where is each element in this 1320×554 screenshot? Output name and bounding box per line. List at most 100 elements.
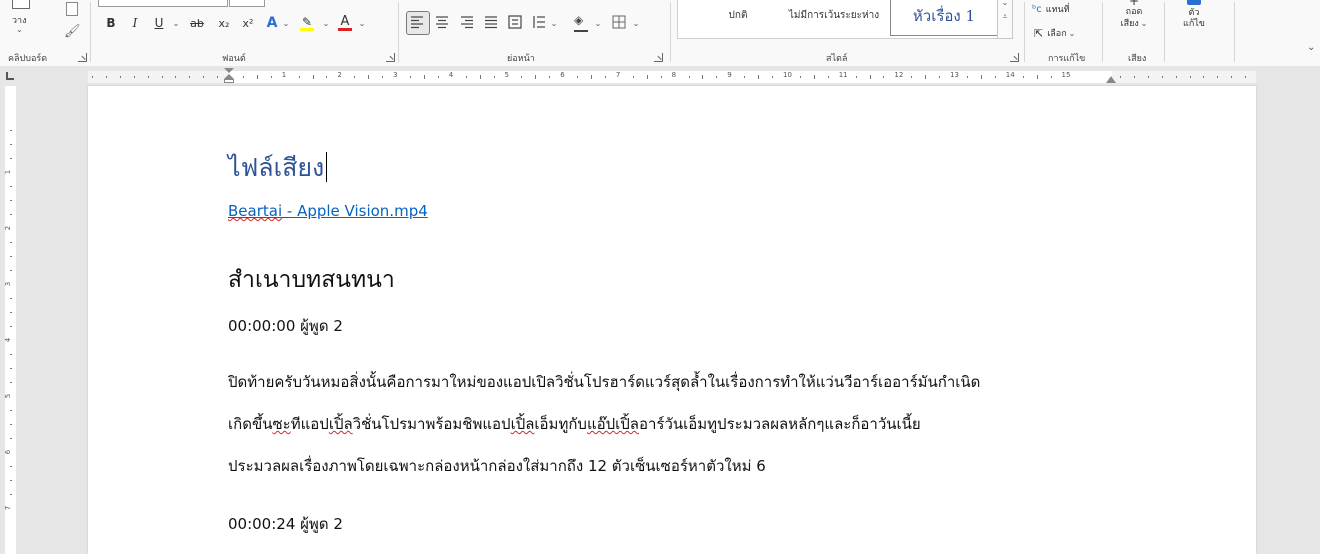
replace-button[interactable]: ᵇc แทนที่ xyxy=(1032,2,1070,16)
ruler-tick xyxy=(10,326,12,327)
ruler-tick xyxy=(382,76,384,78)
ruler-tick xyxy=(10,130,12,131)
chevron-down-icon[interactable]: ⌄ xyxy=(998,0,1012,10)
ruler-number: 7 xyxy=(4,505,13,511)
font-dialog-launcher[interactable] xyxy=(386,53,395,62)
cursor-arrow-icon: ⇱ xyxy=(1034,26,1044,40)
subscript-button[interactable]: x₂ xyxy=(216,13,232,33)
plus-icon: + xyxy=(1128,0,1140,8)
chevron-down-icon: ⌄ xyxy=(16,25,23,34)
dictate-button[interactable]: + ถอด เสียง ⌄ xyxy=(1116,0,1152,30)
ruler-tick xyxy=(10,480,12,481)
document-title[interactable]: ไฟล์เสียง xyxy=(228,148,328,188)
ruler-tick xyxy=(744,76,746,78)
font-size-box[interactable] xyxy=(229,0,265,7)
copy-icon[interactable] xyxy=(66,2,78,16)
chevron-down-icon[interactable]: ⌄ xyxy=(630,13,640,33)
ruler-tick xyxy=(10,298,12,299)
ruler-tick xyxy=(10,214,12,215)
shading-icon[interactable]: ◈ xyxy=(574,13,583,27)
align-right-icon[interactable] xyxy=(460,15,474,29)
indent-marker[interactable] xyxy=(224,68,234,86)
editor-button[interactable]: ตัว แก้ไข xyxy=(1176,0,1212,30)
document-page[interactable]: ไฟล์เสียง Beartai - Apple Vision.mp4 สำเ… xyxy=(88,86,1256,554)
styles-dialog-launcher[interactable] xyxy=(1010,53,1019,62)
ruler-number: 7 xyxy=(615,71,621,79)
timestamp-speaker[interactable]: 00:00:24 ผู้พูด 2 xyxy=(228,512,343,536)
more-styles-icon[interactable]: ⩡ xyxy=(998,10,1012,24)
format-painter-icon[interactable]: 🖌 xyxy=(64,24,81,39)
text-effects-button[interactable]: A xyxy=(264,13,280,33)
chevron-down-icon[interactable]: ⌄ xyxy=(280,13,290,33)
ruler-number: 5 xyxy=(504,71,509,79)
ruler-tick xyxy=(939,76,941,78)
ruler-number: 1 xyxy=(4,169,13,175)
chevron-down-icon[interactable]: ⌄ xyxy=(320,13,330,33)
ruler-number: 3 xyxy=(4,281,13,287)
tab-selector[interactable] xyxy=(6,72,14,80)
superscript-button[interactable]: x² xyxy=(240,13,256,33)
select-button[interactable]: ⇱ เลือก ⌄ xyxy=(1034,26,1075,40)
ruler-tick xyxy=(423,75,425,79)
ruler-number: 5 xyxy=(4,393,13,399)
ruler-tick xyxy=(10,312,12,313)
italic-button[interactable]: I xyxy=(128,13,142,33)
ruler-number: 4 xyxy=(448,71,454,79)
ruler-tick xyxy=(10,382,12,383)
style-heading-1[interactable]: หัวเรื่อง 1 xyxy=(890,0,998,36)
chevron-down-icon[interactable]: ⌄ xyxy=(592,13,602,33)
chevron-down-icon[interactable]: ⌄ xyxy=(548,13,558,33)
transcript-heading[interactable]: สำเนาบทสนทนา xyxy=(228,262,395,298)
text-cursor xyxy=(326,152,328,182)
strikethrough-button[interactable]: ab xyxy=(188,13,206,33)
style-normal[interactable]: ปกติ xyxy=(698,0,778,34)
right-indent-marker[interactable] xyxy=(1106,76,1116,83)
collapse-ribbon-icon[interactable]: ⌄ xyxy=(1307,42,1315,53)
chevron-down-icon[interactable]: ⌄ xyxy=(356,13,366,33)
ruler-tick xyxy=(312,75,314,79)
ruler-tick xyxy=(521,76,523,78)
style-no-spacing[interactable]: ไม่มีการเว้นระยะห่าง xyxy=(782,0,886,34)
ruler-tick xyxy=(1161,76,1163,78)
highlight-button[interactable]: ✎ xyxy=(296,13,318,33)
styles-gallery-scroll[interactable]: ⌄ ⩡ xyxy=(997,0,1013,39)
ruler-tick xyxy=(980,75,982,79)
chevron-down-icon: ⌄ xyxy=(1068,28,1076,38)
ruler-text-area xyxy=(229,71,1112,83)
ruler-tick xyxy=(10,186,12,187)
ruler-tick xyxy=(256,75,258,79)
timestamp-speaker[interactable]: 00:00:00 ผู้พูด 2 xyxy=(228,314,343,338)
audio-file-link[interactable]: Beartai - Apple Vision.mp4 xyxy=(228,202,428,220)
ruler-tick xyxy=(535,75,537,79)
distributed-icon[interactable] xyxy=(508,15,522,29)
borders-icon[interactable] xyxy=(612,15,626,29)
transcript-line[interactable]: เกิดขึ้นซะทีแอปเปิ้ลวิชั่นโปรมาพร้อมชิพแ… xyxy=(228,412,921,436)
font-name-box[interactable] xyxy=(98,0,228,7)
ruler-number: 2 xyxy=(337,71,342,79)
ruler-tick xyxy=(1189,76,1191,78)
ribbon: วาง ⌄ 🖌 คลิปบอร์ด B I U ⌄ ab x₂ x² A ⌄ ✎… xyxy=(0,0,1320,66)
underline-button[interactable]: U xyxy=(152,13,166,33)
align-center-icon[interactable] xyxy=(435,15,449,29)
ruler-tick xyxy=(1050,76,1052,78)
paste-button[interactable]: วาง ⌄ xyxy=(6,0,36,40)
ruler-tick xyxy=(410,76,412,78)
transcript-line[interactable]: ปิดท้ายครับวันหมอสิ่งนั้นคือการมาใหม่ของ… xyxy=(228,370,980,394)
styles-group-label: สไตล์ xyxy=(826,54,848,64)
divider xyxy=(1234,2,1235,62)
align-left-icon xyxy=(411,16,423,29)
line-spacing-icon[interactable] xyxy=(532,15,546,29)
transcript-line[interactable]: ประมวลผลเรื่องภาพโดยเฉพาะกล่องหน้ากล่องใ… xyxy=(228,454,766,478)
ruler-tick xyxy=(147,76,149,78)
ruler-tick xyxy=(1036,75,1038,79)
justify-icon[interactable] xyxy=(484,15,498,29)
bold-button[interactable]: B xyxy=(104,13,118,33)
clipboard-dialog-launcher[interactable] xyxy=(78,53,87,62)
chevron-down-icon[interactable]: ⌄ xyxy=(170,13,180,33)
divider xyxy=(670,2,671,62)
font-color-button[interactable]: A xyxy=(336,13,354,33)
paragraph-dialog-launcher[interactable] xyxy=(654,53,663,62)
horizontal-ruler: 1 2 3 4 5 6 7 8 9 10 11 12 13 14 15 xyxy=(0,66,1320,86)
ruler-tick xyxy=(175,76,177,78)
ruler-tick xyxy=(1245,76,1247,78)
